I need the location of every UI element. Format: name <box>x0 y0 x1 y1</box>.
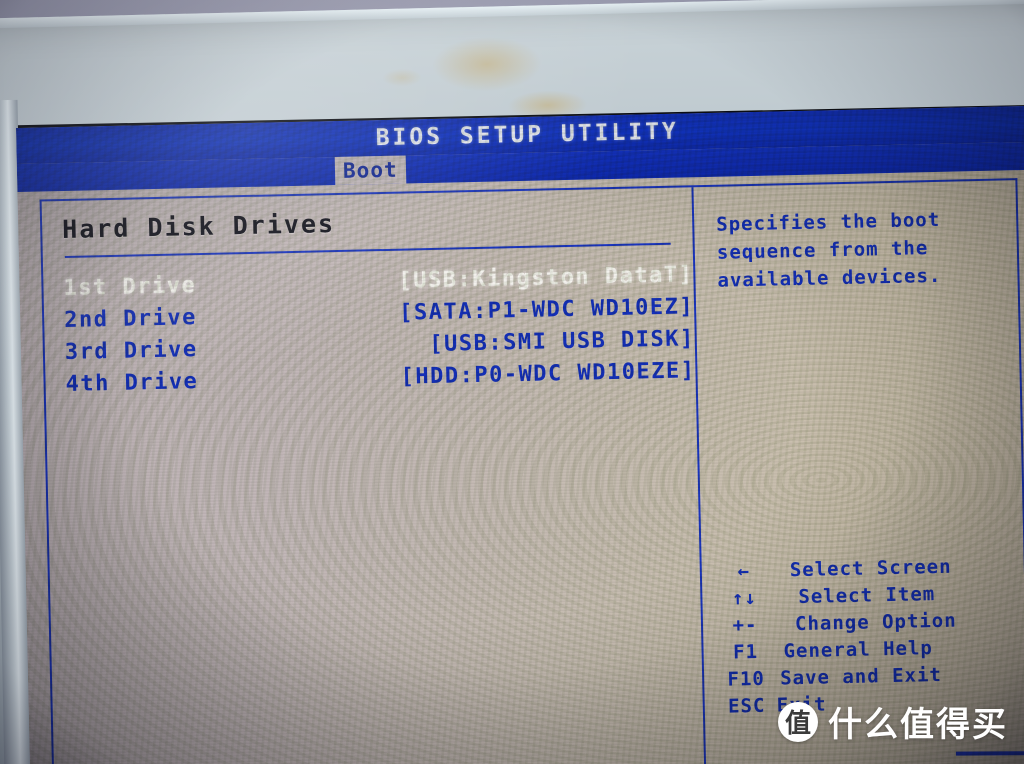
bios-screen: BIOS SETUP UTILITY Boot Hard Disk Drives… <box>16 105 1024 764</box>
section-divider <box>64 242 671 258</box>
drive-list: 1st Drive [USB:Kingston DataT] 2nd Drive… <box>63 262 696 404</box>
content-frame-bottom-border <box>955 747 1024 756</box>
key-legend-row: ESC Exit <box>719 689 1010 722</box>
tab-boot-label: Boot <box>342 157 398 183</box>
key-f1-label: F1 <box>732 640 759 664</box>
arrow-left-icon: ← <box>737 560 751 583</box>
page-title: BIOS SETUP UTILITY <box>375 118 680 152</box>
key-legend-desc: Exit <box>776 693 827 717</box>
drive-label-1: 1st Drive <box>63 273 197 301</box>
tab-boot[interactable]: Boot <box>334 155 406 186</box>
bios-body: Hard Disk Drives 1st Drive [USB:Kingston… <box>17 170 1024 764</box>
key-legend-desc: Change Option <box>794 609 957 636</box>
drive-value-1[interactable]: [USB:Kingston DataT] <box>398 262 693 293</box>
key-legend-desc: Select Item <box>798 583 936 609</box>
help-text: Specifies the boot sequence from the ava… <box>716 205 968 294</box>
key-esc-label: ESC <box>727 694 766 718</box>
key-legend: ← Select Screen ↑↓ Select Item +- Change… <box>716 555 1009 723</box>
help-pane: Specifies the boot sequence from the ava… <box>691 180 1024 764</box>
drive-value-2[interactable]: [SATA:P1-WDC WD10EZ] <box>399 294 694 325</box>
bezel-stain <box>431 35 543 93</box>
plus-minus-icon: +- <box>732 613 758 637</box>
content-frame: Hard Disk Drives 1st Drive [USB:Kingston… <box>39 178 1024 764</box>
section-title: Hard Disk Drives <box>61 209 336 245</box>
bezel-stain <box>381 68 423 88</box>
key-legend-desc: Save and Exit <box>779 663 943 690</box>
settings-pane: Hard Disk Drives 1st Drive [USB:Kingston… <box>42 187 705 764</box>
lcd-screen: BIOS SETUP UTILITY Boot Hard Disk Drives… <box>16 105 1024 764</box>
drive-value-4[interactable]: [HDD:P0-WDC WD10EZE] <box>400 358 695 389</box>
key-f10-label: F10 <box>727 667 766 691</box>
photograph-of-monitor: BIOS SETUP UTILITY Boot Hard Disk Drives… <box>0 0 1024 764</box>
drive-value-3[interactable]: [USB:SMI USB DISK] <box>429 326 695 357</box>
help-line-3: available devices. <box>717 264 942 292</box>
key-legend-desc: Select Screen <box>789 555 952 582</box>
key-legend-desc: General Help <box>783 637 934 663</box>
arrow-up-down-icon: ↑↓ <box>731 586 758 610</box>
help-line-1: Specifies the boot <box>716 208 941 236</box>
